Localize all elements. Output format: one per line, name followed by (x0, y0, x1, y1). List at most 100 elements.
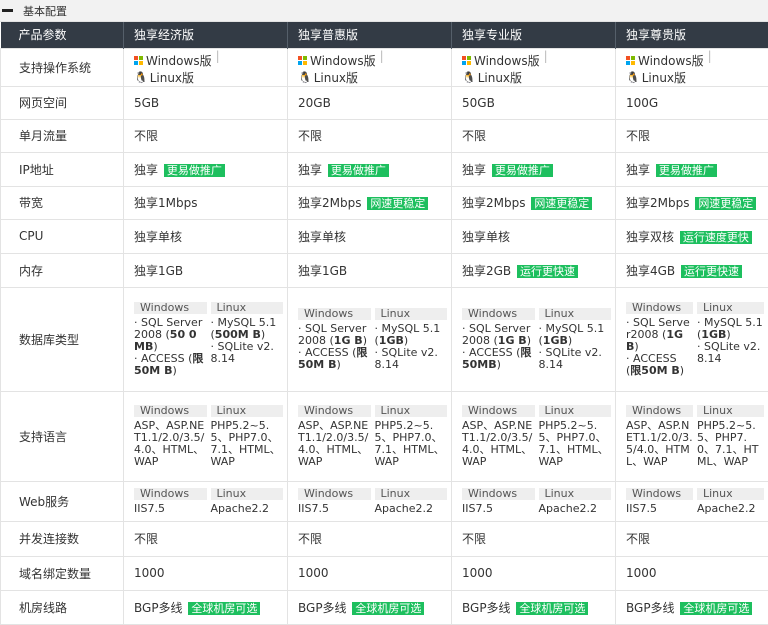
table-cell: 5GB (124, 86, 288, 119)
row-label: Web服务 (1, 481, 124, 521)
cell-value: 5GB (134, 96, 159, 110)
row-label: 网页空间 (1, 86, 124, 119)
windows-label: Windows版 (310, 52, 376, 69)
cell-value: 100G (626, 96, 658, 110)
linux-option[interactable]: 🐧Linux版 (298, 69, 358, 86)
table-row-ip: IP地址独享 更易做推广独享 更易做推广独享 更易做推广独享 更易做推广 (1, 152, 768, 186)
table-cell: WindowsIIS7.5LinuxApache2.2 (616, 481, 768, 521)
windows-db-column: WindowsSQL Server2008 (1G B)ACCESS (限50M… (626, 302, 693, 377)
windows-languages: ASP、ASP.NET1.1/2.0/3.5/4.0、HTML、WAP (298, 420, 371, 468)
collapse-icon[interactable] (2, 9, 13, 12)
table-cell: BGP多线 全球机房可选 (452, 590, 616, 624)
sub-header-linux: Linux (375, 488, 448, 500)
windows-option[interactable]: Windows版 (134, 52, 212, 69)
table-cell: Windows ASP、ASP.NET1.1/2.0/3.5/4.0、HTML、W… (452, 391, 616, 481)
table-cell: 独享2Mbps 网速更稳定 (452, 186, 616, 219)
cell-value: 1000 (626, 566, 657, 580)
cell-value: 1000 (462, 566, 493, 580)
sub-header-linux: Linux (539, 308, 612, 320)
section-header[interactable]: 基本配置 (0, 0, 768, 22)
linux-languages: PHP5.2~5.5、PHP7.0、7.1、HTML、WAP (375, 420, 448, 468)
header-plan-pro: 独享专业版 (452, 22, 616, 48)
windows-web-server: IIS7.5 (462, 503, 535, 515)
sub-header-windows: Windows (298, 405, 371, 417)
windows-option[interactable]: Windows版 (462, 52, 540, 69)
sub-header-windows: Windows (462, 405, 535, 417)
sub-header-windows: Windows (462, 488, 535, 500)
cell-value: 独享 (298, 163, 322, 177)
table-cell: 不限 (124, 521, 288, 556)
table-cell: WindowsSQL Server2008 (50 0MB)ACCESS (限5… (124, 287, 288, 391)
windows-web-server: IIS7.5 (134, 503, 207, 515)
table-cell: 不限 (452, 521, 616, 556)
windows-option[interactable]: Windows版 (626, 52, 704, 69)
table-cell: 不限 (452, 119, 616, 152)
table-cell: 1000 (616, 556, 768, 590)
sub-header-linux: Linux (211, 488, 284, 500)
linux-db-column: LinuxMySQL 5.1 (1GB)SQLite v2.8.14 (375, 308, 448, 371)
linux-penguin-icon: 🐧 (462, 71, 476, 84)
linux-label: Linux版 (314, 69, 358, 86)
table-cell: 独享 更易做推广 (288, 152, 452, 186)
feature-tag: 运行速度更快 (680, 231, 752, 244)
linux-db-column: LinuxMySQL 5.1 (500M B)SQLite v2.8.14 (211, 302, 284, 377)
sub-header-linux: Linux (697, 302, 764, 314)
table-row-memory: 内存独享1GB独享1GB独享2GB 运行更快速独享4GB 运行更快速 (1, 253, 768, 287)
table-cell: 不限 (288, 119, 452, 152)
table-cell: WindowsSQL Server2008 (1G B)ACCESS (限50M… (616, 287, 768, 391)
cell-value: 独享 (134, 163, 158, 177)
linux-penguin-icon: 🐧 (626, 71, 640, 84)
linux-languages: PHP5.2~5.5、PHP7.0、7.1、HTML、WAP (697, 420, 764, 468)
section-title: 基本配置 (23, 3, 67, 19)
sub-header-linux: Linux (697, 488, 764, 500)
linux-option[interactable]: 🐧Linux版 (626, 69, 686, 86)
feature-tag: 更易做推广 (164, 164, 225, 177)
row-label: 支持语言 (1, 391, 124, 481)
separator: | (708, 49, 712, 63)
cell-value: 不限 (626, 532, 650, 546)
windows-languages: ASP、ASP.NET1.1/2.0/3.5/4.0、HTML、WAP (462, 420, 535, 468)
db-item: SQLite v2.8.14 (697, 341, 764, 365)
sub-header-linux: Linux (211, 302, 284, 314)
windows-icon (298, 56, 307, 65)
cell-value: 独享双核 (626, 230, 674, 244)
header-param: 产品参数 (1, 22, 124, 48)
feature-tag: 运行更快速 (681, 265, 742, 278)
table-cell: 1000 (288, 556, 452, 590)
cell-value: 独享2Mbps (626, 196, 689, 210)
cell-value: BGP多线 (462, 601, 511, 615)
linux-languages: PHP5.2~5.5、PHP7.0、7.1、HTML、WAP (211, 420, 284, 468)
spec-table: 产品参数 独享经济版 独享普惠版 独享专业版 独享尊贵版 支持操作系统Windo… (0, 22, 768, 625)
linux-label: Linux版 (642, 69, 686, 86)
table-cell: Windows版|🐧Linux版 (124, 48, 288, 86)
row-label: 内存 (1, 253, 124, 287)
table-cell: Windows版|🐧Linux版 (452, 48, 616, 86)
cell-value: 独享单核 (134, 230, 182, 244)
table-cell: 独享 更易做推广 (616, 152, 768, 186)
cell-value: 独享4GB (626, 264, 675, 278)
row-label: 域名绑定数量 (1, 556, 124, 590)
table-cell: 独享2Mbps 网速更稳定 (288, 186, 452, 219)
table-cell: 独享 更易做推广 (452, 152, 616, 186)
cell-value: 独享单核 (298, 230, 346, 244)
linux-label: Linux版 (478, 69, 522, 86)
table-cell: 独享 更易做推广 (124, 152, 288, 186)
windows-option[interactable]: Windows版 (298, 52, 376, 69)
windows-db-column: WindowsSQL Server2008 (50 0MB)ACCESS (限5… (134, 302, 207, 377)
table-cell: 20GB (288, 86, 452, 119)
row-label: 单月流量 (1, 119, 124, 152)
cell-value: 不限 (626, 129, 650, 143)
table-row-web: Web服务 WindowsIIS7.5LinuxApache2.2 Windows I… (1, 481, 768, 521)
db-item: ACCESS (限50M B) (626, 353, 693, 377)
linux-option[interactable]: 🐧Linux版 (462, 69, 522, 86)
sub-header-linux: Linux (211, 405, 284, 417)
table-cell: 100G (616, 86, 768, 119)
cell-value: 1000 (134, 566, 165, 580)
linux-option[interactable]: 🐧Linux版 (134, 69, 194, 86)
db-item: SQL Server2008 (1G B) (462, 323, 535, 347)
row-label: 机房线路 (1, 590, 124, 624)
table-cell: WindowsASP、ASP.NET1.1/2.0/3.5/4.0、HTML、W… (616, 391, 768, 481)
sub-header-linux: Linux (539, 405, 612, 417)
table-cell: Windows版|🐧Linux版 (288, 48, 452, 86)
table-cell: 独享单核 (288, 219, 452, 253)
